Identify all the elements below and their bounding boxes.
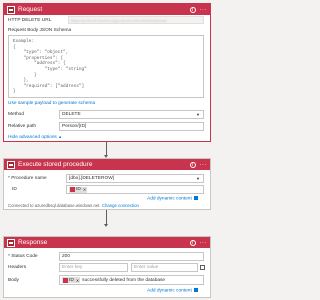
change-connection-link[interactable]: Change connection bbox=[102, 203, 139, 208]
http-url-label: HTTP DELETE URL bbox=[8, 18, 52, 23]
header-key-placeholder: Enter key bbox=[62, 265, 83, 270]
response-title: Response bbox=[18, 239, 48, 246]
toggle-text-mode-icon[interactable] bbox=[200, 265, 205, 270]
connector-line bbox=[106, 142, 107, 156]
method-select[interactable]: DELETE ▼ bbox=[59, 110, 204, 119]
add-dynamic-icon bbox=[194, 288, 199, 292]
add-dynamic-content-link[interactable]: Add dynamic content bbox=[147, 288, 199, 294]
connector-line bbox=[106, 210, 107, 225]
schema-line: } bbox=[13, 89, 16, 95]
connected-text: Connected to azuredbsql.database.windows… bbox=[8, 203, 101, 208]
chevron-down-icon: ▼ bbox=[196, 176, 200, 181]
schema-editor[interactable]: Example:{ "type": "object", "properties"… bbox=[8, 35, 204, 98]
add-dynamic-label: Add dynamic content bbox=[147, 196, 192, 202]
body-text: successfully deleted from the database bbox=[82, 277, 166, 283]
schema-label: Request Body JSON Schema bbox=[8, 28, 72, 33]
relative-path-value: Person/{ID} bbox=[62, 124, 87, 129]
stored-procedure-card: Execute stored procedure i ··· * Procedu… bbox=[3, 158, 211, 210]
chevron-up-icon: ▲ bbox=[58, 134, 63, 139]
id-input[interactable]: ID ✕ bbox=[66, 185, 204, 194]
status-code-input[interactable]: 200 bbox=[59, 252, 204, 261]
headers-label: Headers bbox=[8, 265, 27, 270]
http-request-icon bbox=[7, 5, 15, 14]
procedure-name-select[interactable]: [dbo].[DELETEROW] ▼ bbox=[66, 174, 204, 183]
more-options-icon[interactable]: ··· bbox=[200, 162, 208, 168]
id-token-label: ID bbox=[76, 187, 81, 192]
info-icon[interactable]: i bbox=[189, 6, 196, 13]
add-dynamic-label: Add dynamic content bbox=[147, 288, 192, 294]
header-value-input[interactable]: Enter value bbox=[131, 263, 198, 272]
info-icon[interactable]: i bbox=[189, 239, 196, 246]
chevron-down-icon: ▼ bbox=[196, 112, 200, 117]
procedure-name-value: [dbo].[DELETEROW] bbox=[69, 176, 115, 181]
remove-token-icon[interactable]: ✕ bbox=[83, 187, 86, 192]
stored-procedure-header[interactable]: Execute stored procedure i ··· bbox=[4, 159, 210, 170]
request-card: Request i ··· HTTP DELETE URL https://pr… bbox=[3, 3, 211, 142]
hide-advanced-link[interactable]: Hide advanced options ▲ bbox=[8, 134, 62, 140]
method-label: Method bbox=[8, 112, 24, 117]
method-value: DELETE bbox=[62, 112, 81, 117]
dynamic-token-icon bbox=[63, 277, 68, 283]
hide-advanced-label: Hide advanced options bbox=[8, 135, 57, 140]
http-url-value: https://prod-00.westus.logic.azure.com:4… bbox=[71, 17, 168, 23]
stored-procedure-title: Execute stored procedure bbox=[18, 161, 93, 168]
header-value-placeholder: Enter value bbox=[134, 265, 159, 270]
header-key-input[interactable]: Enter key bbox=[59, 263, 128, 272]
id-token[interactable]: ID ✕ bbox=[69, 186, 88, 193]
more-options-icon[interactable]: ··· bbox=[200, 240, 208, 246]
status-code-label: * Status Code bbox=[8, 254, 38, 259]
body-token-label: ID bbox=[69, 277, 74, 283]
dynamic-token-icon bbox=[70, 187, 75, 192]
body-input[interactable]: ID ✕ successfully deleted from the datab… bbox=[59, 275, 204, 285]
relative-path-input[interactable]: Person/{ID} bbox=[59, 122, 204, 131]
add-dynamic-icon bbox=[194, 196, 199, 200]
request-header[interactable]: Request i ··· bbox=[4, 4, 210, 15]
http-url-field[interactable]: https://prod-00.westus.logic.azure.com:4… bbox=[68, 16, 204, 24]
body-token[interactable]: ID ✕ bbox=[62, 277, 81, 283]
schema-code: Example:{ "type": "object", "properties"… bbox=[13, 39, 199, 95]
response-header[interactable]: Response i ··· bbox=[4, 237, 210, 248]
sql-server-icon bbox=[7, 160, 15, 169]
response-icon bbox=[7, 238, 15, 247]
body-label: Body bbox=[8, 278, 19, 283]
connector-arrow-icon bbox=[104, 224, 108, 227]
info-icon[interactable]: i bbox=[189, 161, 196, 168]
sample-payload-link[interactable]: Use sample payload to generate schema bbox=[8, 101, 95, 106]
procedure-name-label: * Procedure name bbox=[8, 176, 47, 181]
response-card: Response i ··· * Status Code 200 Headers… bbox=[3, 236, 211, 298]
remove-token-icon[interactable]: ✕ bbox=[76, 278, 79, 283]
request-title: Request bbox=[18, 6, 43, 13]
relative-path-label: Relative path bbox=[8, 124, 36, 129]
id-label: ID bbox=[12, 187, 17, 192]
add-dynamic-content-link[interactable]: Add dynamic content bbox=[147, 196, 199, 202]
more-options-icon[interactable]: ··· bbox=[200, 7, 208, 13]
status-code-value: 200 bbox=[62, 254, 71, 259]
connection-info: Connected to azuredbsql.database.windows… bbox=[8, 203, 139, 208]
